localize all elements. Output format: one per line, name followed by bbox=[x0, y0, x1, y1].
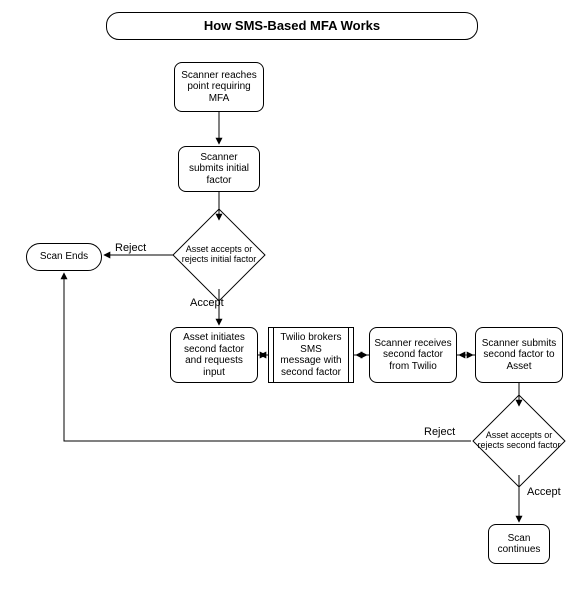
decision-second-factor: Asset accepts or rejects second factor bbox=[471, 406, 567, 476]
flowchart-canvas: How SMS-Based MFA Works Scanner reaches … bbox=[0, 0, 582, 597]
subprocess-twilio-brokers-sms: Twilio brokers SMS message with second f… bbox=[268, 327, 354, 383]
diagram-title: How SMS-Based MFA Works bbox=[106, 12, 478, 40]
edge-label-accept-1: Accept bbox=[190, 297, 224, 309]
edge-label-accept-2: Accept bbox=[527, 486, 561, 498]
edge-label-reject-1: Reject bbox=[115, 242, 146, 254]
edge-label-reject-2: Reject bbox=[424, 426, 455, 438]
process-scan-continues: Scan continues bbox=[488, 524, 550, 564]
process-asset-initiates-second-factor: Asset initiates second factor and reques… bbox=[170, 327, 258, 383]
process-scanner-submits-second-factor: Scanner submits second factor to Asset bbox=[475, 327, 563, 383]
process-scanner-receives-second-factor: Scanner receives second factor from Twil… bbox=[369, 327, 457, 383]
terminator-scan-ends: Scan Ends bbox=[26, 243, 102, 271]
flowchart-edges bbox=[0, 0, 582, 597]
process-scanner-submits-initial: Scanner submits initial factor bbox=[178, 146, 260, 192]
decision-initial-factor: Asset accepts or rejects initial factor bbox=[171, 220, 267, 290]
process-scanner-reaches-point: Scanner reaches point requiring MFA bbox=[174, 62, 264, 112]
